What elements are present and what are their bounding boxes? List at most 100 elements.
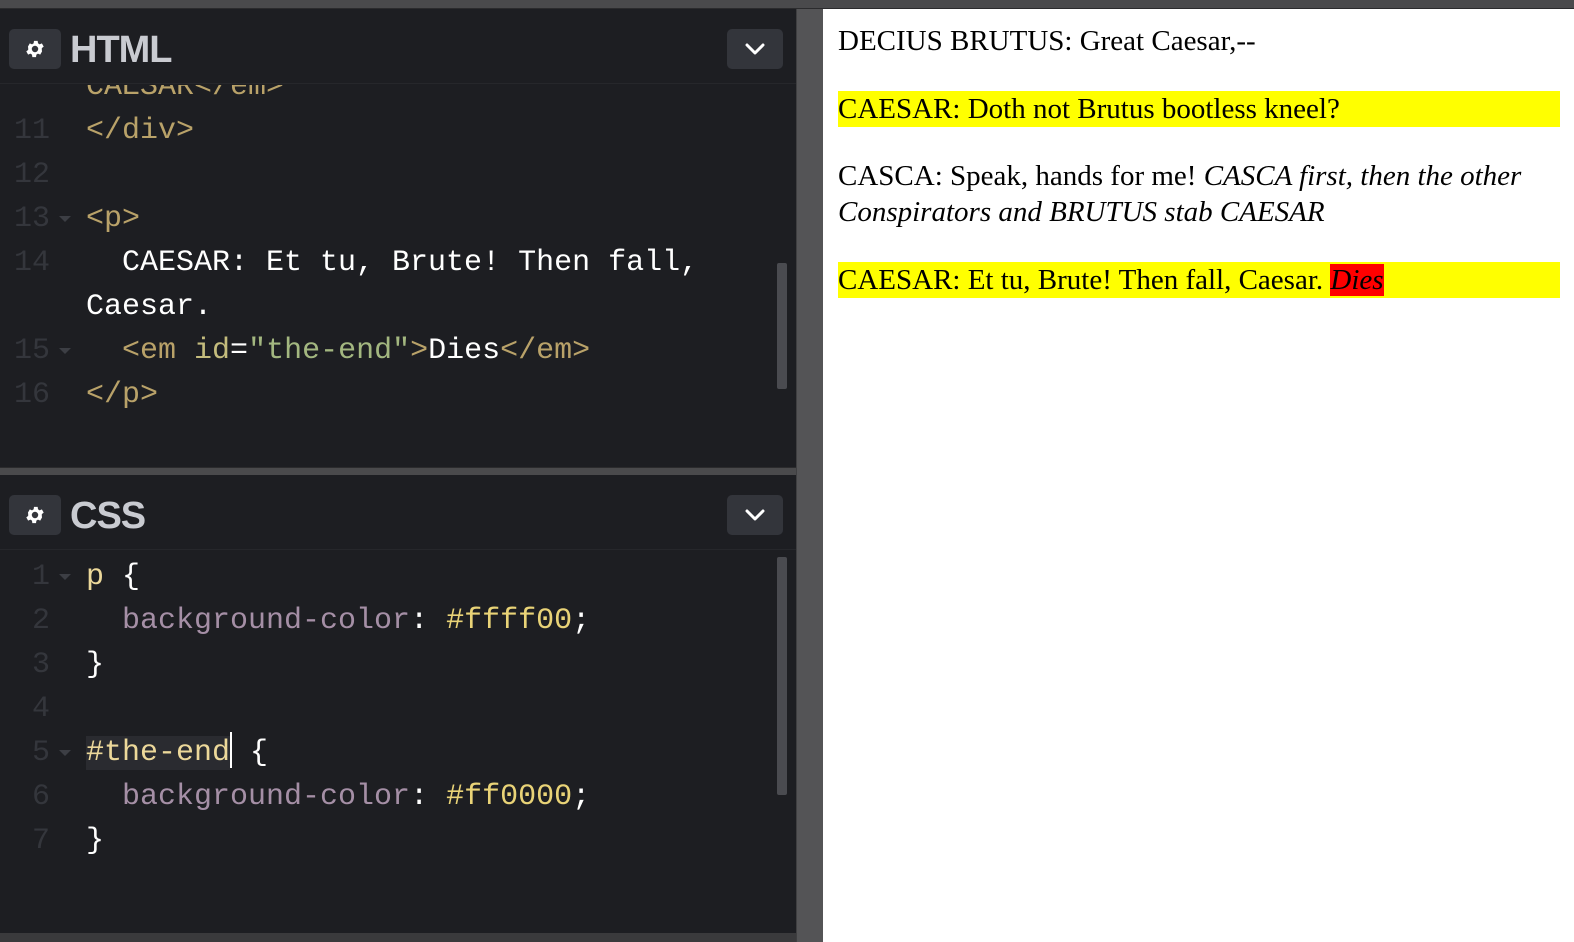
preview-paragraph-4-text: CAESAR: Et tu, Brute! Then fall, Caesar.	[838, 264, 1331, 296]
code-token: </div>	[86, 114, 195, 148]
css-editor-title: CSS	[70, 495, 146, 537]
code-token: ;	[572, 604, 591, 638]
code-token: {	[122, 560, 141, 594]
preview-paragraph-4: CAESAR: Et tu, Brute! Then fall, Caesar.…	[838, 262, 1560, 298]
preview-paragraph-1: DECIUS BRUTUS: Great Caesar,--	[838, 25, 1256, 57]
code-line[interactable]: 14 CAESAR: Et tu, Brute! Then fall,	[0, 241, 780, 285]
code-token: :	[410, 780, 447, 814]
line-number: 7	[31, 824, 50, 858]
code-line[interactable]: 5 #the-end {	[0, 731, 780, 775]
code-token: #ff0000	[446, 780, 573, 814]
code-token: }	[86, 648, 105, 682]
code-text: }	[86, 819, 104, 863]
html-scrollbar[interactable]	[777, 263, 787, 389]
editors-column: HTML CAESAR</em> 11 </div> 12 13 <p> 14 CAESAR…	[0, 9, 796, 942]
code-line[interactable]: 7}	[0, 819, 780, 863]
css-editor-header: CSS	[0, 475, 796, 550]
line-number: 5	[31, 736, 50, 770]
chevron-down-icon	[745, 509, 765, 521]
line-number: 15	[13, 334, 50, 368]
code-line[interactable]: Caesar.	[0, 285, 780, 329]
codepen-app: HTML CAESAR</em> 11 </div> 12 13 <p> 14 CAESAR…	[0, 0, 1574, 942]
code-text: background-color: #ffff00;	[86, 599, 590, 643]
line-number: 4	[31, 692, 50, 726]
code-token: #the-end	[86, 736, 231, 770]
html-editor: HTML CAESAR</em> 11 </div> 12 13 <p> 14 CAESAR…	[0, 9, 796, 467]
code-line[interactable]: 15 <em id="the-end">Dies</em>	[0, 329, 780, 373]
line-number: 11	[13, 114, 50, 148]
code-token: #ffff00	[446, 604, 573, 638]
preview-paragraph-3: CASCA: Speak, hands for me! CASCA first,…	[838, 158, 1560, 230]
code-line[interactable]: 3}	[0, 643, 780, 687]
chevron-down-icon	[745, 43, 765, 55]
html-editor-title: HTML	[70, 29, 173, 71]
code-token: background-color	[122, 780, 411, 814]
panel-resize-handle[interactable]	[796, 9, 823, 942]
line-number: 3	[31, 648, 50, 682]
code-text: </div>	[86, 109, 194, 153]
gear-icon	[26, 506, 44, 524]
code-text: <p>	[86, 197, 140, 241]
line-number: 1	[31, 560, 50, 594]
code-line[interactable]: 13 <p>	[0, 197, 780, 241]
the-end-element: Dies	[1330, 264, 1384, 296]
code-token: "the-end"	[248, 334, 411, 368]
code-text: Caesar.	[86, 285, 212, 329]
line-number: 13	[13, 202, 50, 236]
line-number: 16	[13, 378, 50, 412]
code-token: p	[86, 560, 123, 594]
code-token: ;	[572, 780, 591, 814]
code-text: }	[86, 643, 104, 687]
code-line[interactable]: 16 </p>	[0, 373, 780, 417]
css-scrollbar[interactable]	[777, 557, 787, 795]
code-line[interactable]: 2 background-color: #ffff00;	[0, 599, 780, 643]
code-line[interactable]: 11 </div>	[0, 109, 780, 153]
preview-paragraph-2: CAESAR: Doth not Brutus bootless kneel?	[838, 93, 1340, 125]
line-number: 14	[13, 246, 50, 280]
line-number: 12	[13, 158, 50, 192]
code-line[interactable]: CAESAR</em>	[0, 85, 780, 109]
fold-arrow-icon[interactable]	[56, 731, 74, 775]
code-line[interactable]: 4	[0, 687, 780, 731]
css-collapse-button[interactable]	[727, 495, 783, 535]
editor-resize-handle[interactable]	[0, 467, 796, 475]
code-token: <p>	[86, 202, 141, 236]
fold-arrow-icon[interactable]	[56, 329, 74, 373]
code-token: <em	[122, 334, 195, 368]
code-token: Caesar.	[86, 290, 213, 324]
fold-arrow-icon[interactable]	[56, 197, 74, 241]
code-token: CAESAR</em>	[86, 85, 285, 104]
css-editor: CSS 1p {2 background-color: #ffff00; 3} 4 5…	[0, 475, 796, 933]
code-text: p {	[86, 555, 140, 599]
code-text: <em id="the-end">Dies</em>	[86, 329, 590, 373]
code-text: #the-end {	[86, 731, 268, 775]
code-text: CAESAR</em>	[86, 85, 284, 109]
html-code-area[interactable]: CAESAR</em> 11 </div> 12 13 <p> 14 CAESAR: Et …	[0, 85, 780, 467]
code-token: background-color	[122, 604, 411, 638]
line-number: 6	[31, 780, 50, 814]
html-collapse-button[interactable]	[727, 29, 783, 69]
line-number: 2	[31, 604, 50, 638]
css-settings-button[interactable]	[9, 495, 61, 535]
code-text: </p>	[86, 373, 158, 417]
code-token: =	[230, 334, 249, 368]
code-token: >	[410, 334, 429, 368]
code-line[interactable]: 12	[0, 153, 780, 197]
code-line[interactable]: 1 p {	[0, 555, 780, 599]
css-code-area[interactable]: 1p {2 background-color: #ffff00; 3} 4 5 #the…	[0, 551, 780, 933]
code-token: </p>	[86, 378, 159, 412]
gear-icon	[26, 40, 44, 58]
code-line[interactable]: 6 background-color: #ff0000;	[0, 775, 780, 819]
fold-arrow-icon[interactable]	[56, 555, 74, 599]
code-token: </em>	[500, 334, 591, 368]
code-token: CAESAR: Et tu, Brute! Then fall,	[86, 246, 699, 280]
code-token: :	[410, 604, 447, 638]
html-editor-header: HTML	[0, 9, 796, 84]
html-settings-button[interactable]	[9, 29, 61, 69]
code-token: {	[232, 736, 269, 770]
code-text: background-color: #ff0000;	[86, 775, 590, 819]
code-token: }	[86, 824, 105, 858]
